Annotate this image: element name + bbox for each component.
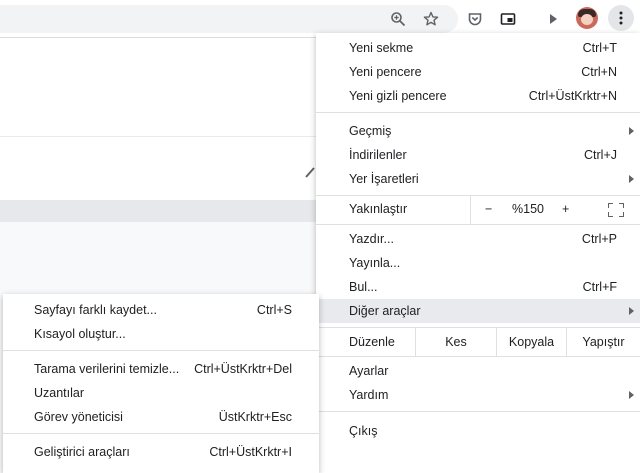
menu-item-shortcut: Ctrl+ÜstKrktr+N (528, 89, 617, 103)
menu-item-label: Diğer araçlar (349, 304, 421, 318)
submenu-item-shortcut: Ctrl+S (256, 303, 292, 317)
submenu-item-label: Tarama verilerini temizle... (34, 362, 180, 376)
menu-item-downloads[interactable]: İndirilenler Ctrl+J (316, 143, 640, 167)
submenu-item-label: Uzantılar (34, 386, 85, 400)
zoom-level: %150 (512, 202, 544, 216)
menu-item-find[interactable]: Bul... Ctrl+F (316, 275, 640, 299)
picture-in-picture-icon[interactable] (496, 7, 520, 31)
chrome-main-menu: Yeni sekme Ctrl+T Yeni pencere Ctrl+N Ye… (316, 33, 640, 473)
menu-item-print[interactable]: Yazdır... Ctrl+P (316, 227, 640, 251)
zoom-row: Yakınlaştır − %150 + (316, 196, 640, 224)
menu-item-cast[interactable]: Yayınla... (316, 251, 640, 275)
submenu-arrow-icon (629, 307, 634, 315)
submenu-item-shortcut: ÜstKrktr+Esc (218, 410, 292, 424)
menu-item-label: Yardım (349, 388, 389, 402)
menu-separator (316, 356, 640, 357)
menu-item-shortcut: Ctrl+P (581, 232, 617, 246)
submenu-item-dev-tools[interactable]: Geliştirici araçları Ctrl+ÜstKrktr+I (3, 440, 319, 464)
menu-item-new-incognito[interactable]: Yeni gizli pencere Ctrl+ÜstKrktr+N (316, 84, 640, 108)
menu-item-bookmarks[interactable]: Yer İşaretleri (316, 167, 640, 191)
zoom-label: Yakınlaştır (349, 202, 408, 216)
more-menu-icon[interactable] (608, 5, 634, 31)
menu-item-more-tools[interactable]: Diğer araçlar (316, 299, 640, 323)
menu-item-label: Yayınla... (349, 256, 401, 270)
submenu-item-label: Kısayol oluştur... (34, 327, 126, 341)
menu-item-label: Yer İşaretleri (349, 172, 419, 186)
submenu-arrow-icon (629, 175, 634, 183)
zoom-controls: − %150 + (470, 196, 640, 224)
menu-item-history[interactable]: Geçmiş (316, 119, 640, 143)
pencil-icon[interactable] (304, 165, 316, 179)
cut-button[interactable]: Kes (415, 328, 496, 356)
submenu-item-task-manager[interactable]: Görev yöneticisi ÜstKrktr+Esc (3, 405, 319, 429)
edit-label: Düzenle (349, 335, 395, 349)
menu-item-new-window[interactable]: Yeni pencere Ctrl+N (316, 60, 640, 84)
submenu-item-extensions[interactable]: Uzantılar (3, 381, 319, 405)
submenu-arrow-icon (629, 127, 634, 135)
menu-item-label: Geçmiş (349, 124, 392, 138)
menu-item-shortcut: Ctrl+F (582, 280, 617, 294)
menu-separator (3, 433, 319, 434)
pocket-icon[interactable] (463, 7, 487, 31)
menu-separator (316, 411, 640, 412)
menu-item-shortcut: Ctrl+N (581, 65, 617, 79)
avatar-face (581, 14, 593, 25)
zoom-out-button[interactable]: − (485, 202, 492, 216)
submenu-item-shortcut: Ctrl+ÜstKrktr+I (209, 445, 292, 459)
zoom-icon[interactable] (386, 7, 410, 31)
menu-item-help[interactable]: Yardım (316, 383, 640, 407)
submenu-item-label: Sayfayı farklı kaydet... (34, 303, 157, 317)
paste-button[interactable]: Yapıştır (566, 328, 640, 356)
menu-item-label: Yeni gizli pencere (349, 89, 447, 103)
menu-item-new-tab[interactable]: Yeni sekme Ctrl+T (316, 36, 640, 60)
menu-item-label: Ayarlar (349, 364, 389, 378)
menu-separator (316, 224, 640, 225)
menu-item-shortcut: Ctrl+J (584, 148, 617, 162)
menu-item-label: Yeni pencere (349, 65, 422, 79)
menu-separator (316, 112, 640, 113)
menu-item-label: Yeni sekme (349, 41, 414, 55)
profile-avatar[interactable] (576, 7, 598, 29)
submenu-item-save-page[interactable]: Sayfayı farklı kaydet... Ctrl+S (3, 298, 319, 322)
fullscreen-icon[interactable] (608, 203, 624, 217)
submenu-item-create-shortcut[interactable]: Kısayol oluştur... (3, 322, 319, 346)
edit-row: Düzenle Kes Kopyala Yapıştır (316, 328, 640, 356)
submenu-item-shortcut: Ctrl+ÜstKrktr+Del (194, 362, 292, 376)
more-tools-submenu: Sayfayı farklı kaydet... Ctrl+S Kısayol … (3, 294, 319, 473)
menu-item-label: Çıkış (349, 424, 378, 438)
menu-item-shortcut: Ctrl+T (582, 41, 617, 55)
submenu-item-label: Görev yöneticisi (34, 410, 123, 424)
submenu-arrow-icon (629, 391, 634, 399)
menu-item-settings[interactable]: Ayarlar (316, 359, 640, 383)
menu-item-exit[interactable]: Çıkış (316, 419, 640, 443)
menu-item-label: Bul... (349, 280, 378, 294)
media-play-icon[interactable] (541, 7, 565, 31)
bookmark-star-icon[interactable] (419, 7, 443, 31)
copy-button[interactable]: Kopyala (496, 328, 566, 356)
submenu-item-label: Geliştirici araçları (34, 445, 130, 459)
submenu-item-clear-data[interactable]: Tarama verilerini temizle... Ctrl+ÜstKrk… (3, 357, 319, 381)
menu-separator (3, 350, 319, 351)
menu-item-label: İndirilenler (349, 148, 407, 162)
zoom-in-button[interactable]: + (562, 202, 569, 216)
menu-item-label: Yazdır... (349, 232, 394, 246)
